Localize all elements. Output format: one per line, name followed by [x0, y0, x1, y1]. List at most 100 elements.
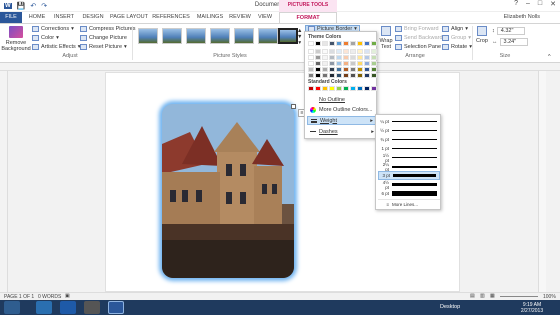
more-outline-colors-item[interactable]: More Outline Colors...	[307, 105, 376, 114]
theme-swatch[interactable]	[350, 73, 356, 78]
theme-swatch[interactable]	[357, 41, 363, 46]
theme-swatch[interactable]	[322, 73, 328, 78]
standard-swatch[interactable]	[322, 86, 328, 91]
standard-swatch[interactable]	[364, 86, 370, 91]
desktop-label[interactable]: Desktop	[440, 304, 460, 310]
theme-swatch[interactable]	[315, 61, 321, 66]
theme-swatch[interactable]	[343, 55, 349, 60]
theme-swatch[interactable]	[371, 55, 377, 60]
tab-mailings[interactable]: MAILINGS	[194, 12, 226, 23]
theme-swatch[interactable]	[350, 41, 356, 46]
theme-swatch[interactable]	[343, 61, 349, 66]
theme-swatch[interactable]	[357, 49, 363, 54]
selected-picture[interactable]	[162, 104, 294, 278]
theme-swatch[interactable]	[371, 67, 377, 72]
weight-option[interactable]: 2¼ pt	[378, 162, 440, 172]
theme-swatch[interactable]	[364, 55, 370, 60]
theme-swatch[interactable]	[329, 49, 335, 54]
theme-swatch[interactable]	[329, 73, 335, 78]
group-button[interactable]: Group ▾	[442, 35, 471, 41]
weight-option[interactable]: ½ pt	[378, 126, 440, 135]
theme-swatch[interactable]	[322, 49, 328, 54]
theme-swatch[interactable]	[350, 61, 356, 66]
proofing-icon[interactable]: ▣	[65, 293, 70, 299]
collapse-ribbon-icon[interactable]: ^	[548, 54, 551, 60]
style-thumb-3[interactable]	[186, 28, 206, 44]
theme-swatch[interactable]	[329, 41, 335, 46]
weight-option[interactable]: ¼ pt	[378, 117, 440, 126]
weight-option[interactable]: 6 pt	[378, 189, 440, 198]
style-thumb-5[interactable]	[234, 28, 254, 44]
theme-swatch[interactable]	[343, 67, 349, 72]
theme-swatch[interactable]	[308, 67, 314, 72]
theme-swatch[interactable]	[308, 49, 314, 54]
theme-swatch[interactable]	[364, 41, 370, 46]
style-thumb-7[interactable]	[278, 28, 298, 44]
minimize-icon[interactable]: –	[526, 0, 530, 8]
compress-pictures-button[interactable]: Compress Pictures	[80, 26, 135, 32]
close-icon[interactable]: ✕	[550, 0, 556, 8]
style-thumb-4[interactable]	[210, 28, 230, 44]
no-outline-item[interactable]: No Outline	[307, 95, 376, 104]
standard-swatch[interactable]	[350, 86, 356, 91]
artistic-effects-button[interactable]: Artistic Effects▾	[32, 44, 81, 50]
selection-pane-button[interactable]: Selection Pane	[395, 44, 441, 50]
align-button[interactable]: Align ▾	[442, 26, 468, 32]
help-icon[interactable]: ?	[514, 0, 518, 8]
theme-swatch[interactable]	[336, 41, 342, 46]
styles-scroll[interactable]: ▲ ▼ ▾	[297, 28, 302, 46]
theme-swatch[interactable]	[329, 61, 335, 66]
theme-swatch[interactable]	[343, 49, 349, 54]
tab-review[interactable]: REVIEW	[228, 12, 252, 23]
tab-view[interactable]: VIEW	[255, 12, 275, 23]
theme-swatch[interactable]	[371, 49, 377, 54]
standard-swatch[interactable]	[308, 86, 314, 91]
theme-swatch[interactable]	[364, 49, 370, 54]
theme-swatch[interactable]	[315, 73, 321, 78]
theme-swatch[interactable]	[336, 49, 342, 54]
theme-swatch[interactable]	[364, 73, 370, 78]
theme-swatch[interactable]	[371, 41, 377, 46]
wrap-text-button[interactable]: Wrap Text	[377, 26, 395, 50]
theme-swatch[interactable]	[371, 61, 377, 66]
standard-swatch[interactable]	[343, 86, 349, 91]
tab-references[interactable]: REFERENCES	[152, 12, 190, 23]
send-backward-button[interactable]: Send Backward	[395, 35, 443, 41]
remove-background-button[interactable]: Remove Background	[1, 26, 31, 52]
dashes-item[interactable]: Dashes ▸	[307, 127, 376, 136]
theme-swatch[interactable]	[315, 49, 321, 54]
theme-swatch[interactable]	[343, 41, 349, 46]
clock[interactable]: 9:19 AM 2/27/2013	[512, 302, 552, 314]
tab-page-layout[interactable]: PAGE LAYOUT	[110, 12, 148, 23]
height-field[interactable]: ↕ 4.32"	[492, 27, 525, 35]
theme-swatch[interactable]	[308, 73, 314, 78]
theme-swatch[interactable]	[357, 61, 363, 66]
print-layout-icon[interactable]: ▥	[480, 293, 485, 299]
standard-swatch[interactable]	[357, 86, 363, 91]
theme-swatch[interactable]	[322, 67, 328, 72]
color-button[interactable]: Color ▾	[32, 35, 59, 41]
theme-swatch[interactable]	[350, 49, 356, 54]
theme-swatch[interactable]	[357, 73, 363, 78]
theme-swatch[interactable]	[308, 55, 314, 60]
bring-forward-button[interactable]: Bring Forward	[395, 26, 439, 32]
theme-swatch[interactable]	[357, 67, 363, 72]
theme-swatch[interactable]	[322, 55, 328, 60]
change-picture-button[interactable]: Change Picture	[80, 35, 127, 41]
rotate-button[interactable]: Rotate ▾	[442, 44, 472, 50]
word-taskbar-icon[interactable]	[108, 301, 124, 314]
weight-option[interactable]: ¾ pt	[378, 135, 440, 144]
standard-swatch[interactable]	[329, 86, 335, 91]
zoom-slider[interactable]	[500, 296, 538, 297]
read-mode-icon[interactable]: ▤	[470, 293, 475, 299]
theme-swatch[interactable]	[350, 67, 356, 72]
start-icon[interactable]	[4, 301, 20, 314]
resize-handle[interactable]	[291, 104, 296, 109]
standard-swatch[interactable]	[315, 86, 321, 91]
theme-swatch[interactable]	[315, 55, 321, 60]
theme-swatch[interactable]	[322, 61, 328, 66]
tab-file[interactable]: FILE	[0, 12, 22, 23]
theme-swatch[interactable]	[329, 67, 335, 72]
crop-button[interactable]: Crop	[476, 26, 488, 44]
theme-swatch[interactable]	[364, 67, 370, 72]
